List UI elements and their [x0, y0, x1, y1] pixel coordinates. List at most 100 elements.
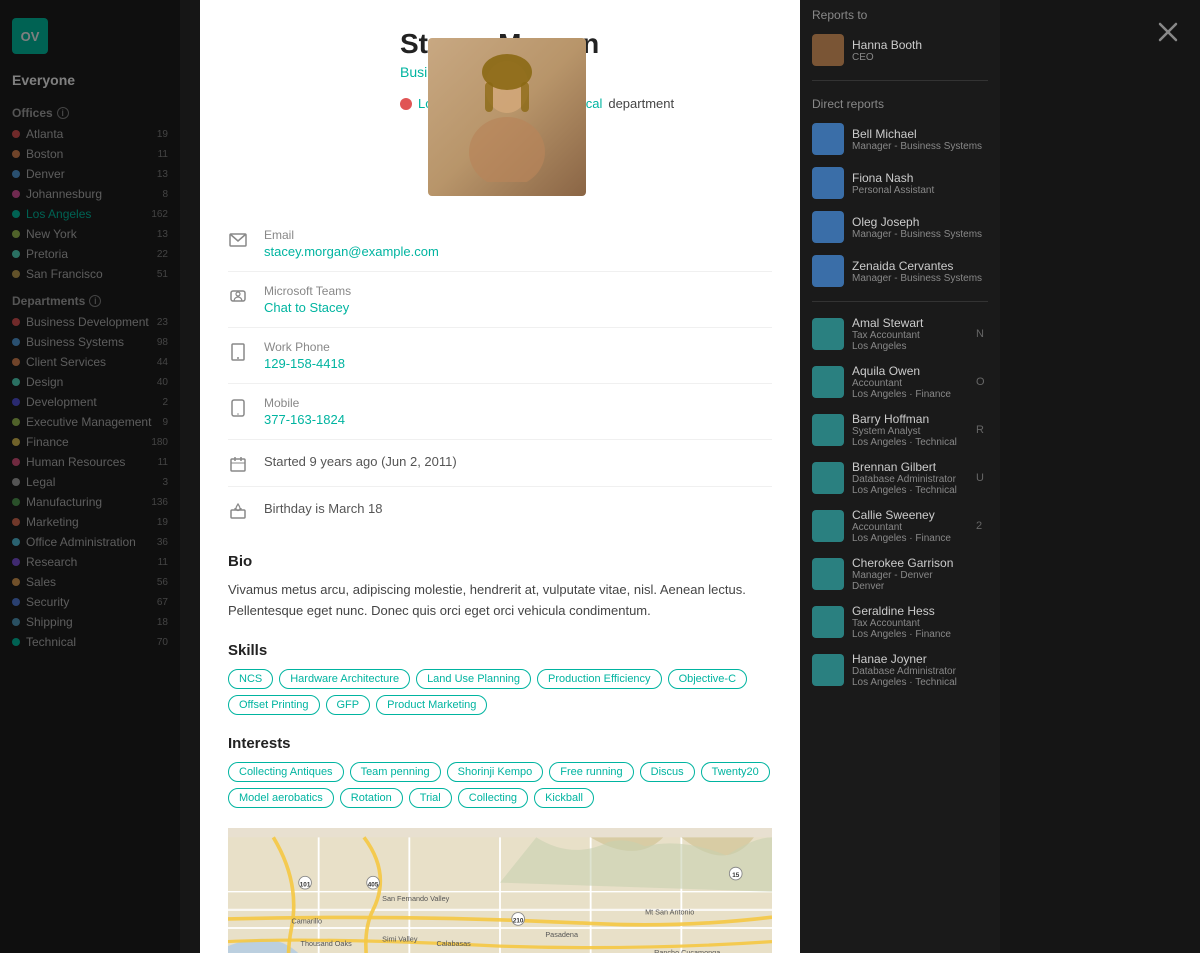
person-avatar — [812, 654, 844, 686]
skill-tag[interactable]: Hardware Architecture — [279, 669, 410, 689]
interest-tag[interactable]: Collecting — [458, 788, 528, 808]
phone-value[interactable]: 129-158-4418 — [264, 356, 345, 371]
started-value: Started 9 years ago (Jun 2, 2011) — [264, 454, 457, 469]
person-name: Barry Hoffman — [852, 412, 968, 426]
manager-row[interactable]: Hanna Booth CEO — [800, 28, 1000, 72]
skill-tag[interactable]: Land Use Planning — [416, 669, 531, 689]
list-item[interactable]: Brennan Gilbert Database Administrator L… — [800, 454, 1000, 502]
skill-tag[interactable]: Production Efficiency — [537, 669, 662, 689]
birthday-icon — [228, 501, 248, 521]
list-item[interactable]: Geraldine Hess Tax Accountant Los Angele… — [800, 598, 1000, 646]
person-letter: U — [976, 472, 988, 484]
person-location: Los Angeles · Technical — [852, 677, 988, 688]
bio-title: Bio — [228, 553, 772, 570]
skills-container: NCS Hardware Architecture Land Use Plannin… — [228, 669, 772, 715]
svg-text:San Fernando Valley: San Fernando Valley — [382, 893, 450, 902]
person-name: Cherokee Garrison — [852, 556, 988, 570]
person-avatar — [812, 558, 844, 590]
svg-text:101: 101 — [300, 881, 311, 888]
person-title: System Analyst — [852, 426, 968, 437]
skills-title: Skills — [228, 642, 772, 659]
list-item[interactable]: Amal Stewart Tax Accountant Los Angeles … — [800, 310, 1000, 358]
mobile-field: Mobile 377-163-1824 — [228, 384, 772, 440]
svg-text:Pasadena: Pasadena — [545, 930, 579, 939]
person-location: Los Angeles — [852, 341, 968, 352]
direct-report-avatar — [812, 167, 844, 199]
interest-tag[interactable]: Twenty20 — [701, 762, 770, 782]
interest-tag[interactable]: Trial — [409, 788, 452, 808]
direct-report-row[interactable]: Zenaida Cervantes Manager - Business Sys… — [800, 249, 1000, 293]
list-item[interactable]: Aquila Owen Accountant Los Angeles · Fin… — [800, 358, 1000, 406]
interest-tag[interactable]: Shorinji Kempo — [447, 762, 544, 782]
person-letter: 2 — [976, 520, 988, 532]
direct-report-name: Oleg Joseph — [852, 215, 982, 229]
direct-report-title: Manager - Business Systems — [852, 229, 982, 240]
reports-to-label: Reports to — [800, 0, 1000, 28]
person-name: Aquila Owen — [852, 364, 968, 378]
interest-tag[interactable]: Model aerobatics — [228, 788, 334, 808]
direct-report-row[interactable]: Oleg Joseph Manager - Business Systems — [800, 205, 1000, 249]
person-avatar — [812, 414, 844, 446]
skill-tag[interactable]: NCS — [228, 669, 273, 689]
phone-label: Work Phone — [264, 340, 345, 354]
direct-report-row[interactable]: Bell Michael Manager - Business Systems — [800, 117, 1000, 161]
reports-panel: Reports to Hanna Booth CEO Direct report… — [800, 0, 1000, 953]
interest-tag[interactable]: Team penning — [350, 762, 441, 782]
person-location: Los Angeles · Finance — [852, 533, 968, 544]
skill-tag[interactable]: GFP — [326, 695, 371, 715]
close-icon — [1156, 20, 1180, 44]
email-value: stacey.morgan@example.com — [264, 244, 439, 259]
direct-report-name: Bell Michael — [852, 127, 982, 141]
office-dot — [400, 98, 412, 110]
direct-report-title: Manager - Business Systems — [852, 273, 982, 284]
person-name: Callie Sweeney — [852, 508, 968, 522]
person-location: Denver — [852, 581, 988, 592]
direct-reports-label: Direct reports — [800, 89, 1000, 117]
interest-tag[interactable]: Collecting Antiques — [228, 762, 344, 782]
list-item[interactable]: Hanae Joyner Database Administrator Los … — [800, 646, 1000, 694]
person-title: Accountant — [852, 378, 968, 389]
skill-tag[interactable]: Objective-C — [668, 669, 747, 689]
person-location: Los Angeles · Finance — [852, 389, 968, 400]
person-letter: O — [976, 376, 988, 388]
direct-reports-list: Bell Michael Manager - Business Systems … — [800, 117, 1000, 293]
list-item[interactable]: Callie Sweeney Accountant Los Angeles · … — [800, 502, 1000, 550]
person-title: Database Administrator — [852, 666, 988, 677]
svg-text:Mt San Antonio: Mt San Antonio — [645, 907, 694, 916]
phone-field: Work Phone 129-158-4418 — [228, 328, 772, 384]
svg-text:Camarillo: Camarillo — [291, 916, 322, 925]
email-link[interactable]: stacey.morgan@example.com — [264, 244, 439, 259]
interest-tag[interactable]: Rotation — [340, 788, 403, 808]
person-title: Manager - Denver — [852, 570, 988, 581]
mobile-icon — [228, 398, 248, 418]
teams-icon — [228, 286, 248, 306]
phone-icon — [228, 342, 248, 362]
close-button[interactable] — [1152, 16, 1184, 48]
interest-tag[interactable]: Free running — [549, 762, 633, 782]
list-item[interactable]: Barry Hoffman System Analyst Los Angeles… — [800, 406, 1000, 454]
person-avatar — [812, 366, 844, 398]
direct-report-name: Fiona Nash — [852, 171, 934, 185]
direct-report-avatar — [812, 211, 844, 243]
teams-field: Microsoft Teams Chat to Stacey — [228, 272, 772, 328]
started-field: Started 9 years ago (Jun 2, 2011) — [228, 440, 772, 487]
person-avatar — [812, 510, 844, 542]
list-item[interactable]: Cherokee Garrison Manager - Denver Denve… — [800, 550, 1000, 598]
person-name: Hanae Joyner — [852, 652, 988, 666]
direct-report-row[interactable]: Fiona Nash Personal Assistant — [800, 161, 1000, 205]
manager-avatar — [812, 34, 844, 66]
interest-tag[interactable]: Kickball — [534, 788, 594, 808]
mobile-value[interactable]: 377-163-1824 — [264, 412, 345, 427]
teams-chat-link[interactable]: Chat to Stacey — [264, 300, 351, 315]
svg-text:405: 405 — [368, 881, 379, 888]
svg-text:15: 15 — [732, 872, 740, 879]
person-name: Brennan Gilbert — [852, 460, 968, 474]
person-title: Database Administrator — [852, 474, 968, 485]
skill-tag[interactable]: Offset Printing — [228, 695, 320, 715]
skill-tag[interactable]: Product Marketing — [376, 695, 487, 715]
svg-text:Rancho Cucamonga: Rancho Cucamonga — [654, 948, 721, 953]
interest-tag[interactable]: Discus — [640, 762, 695, 782]
right-panel-people: Amal Stewart Tax Accountant Los Angeles … — [800, 310, 1000, 694]
person-letter: N — [976, 328, 988, 340]
profile-silhouette — [457, 52, 557, 182]
